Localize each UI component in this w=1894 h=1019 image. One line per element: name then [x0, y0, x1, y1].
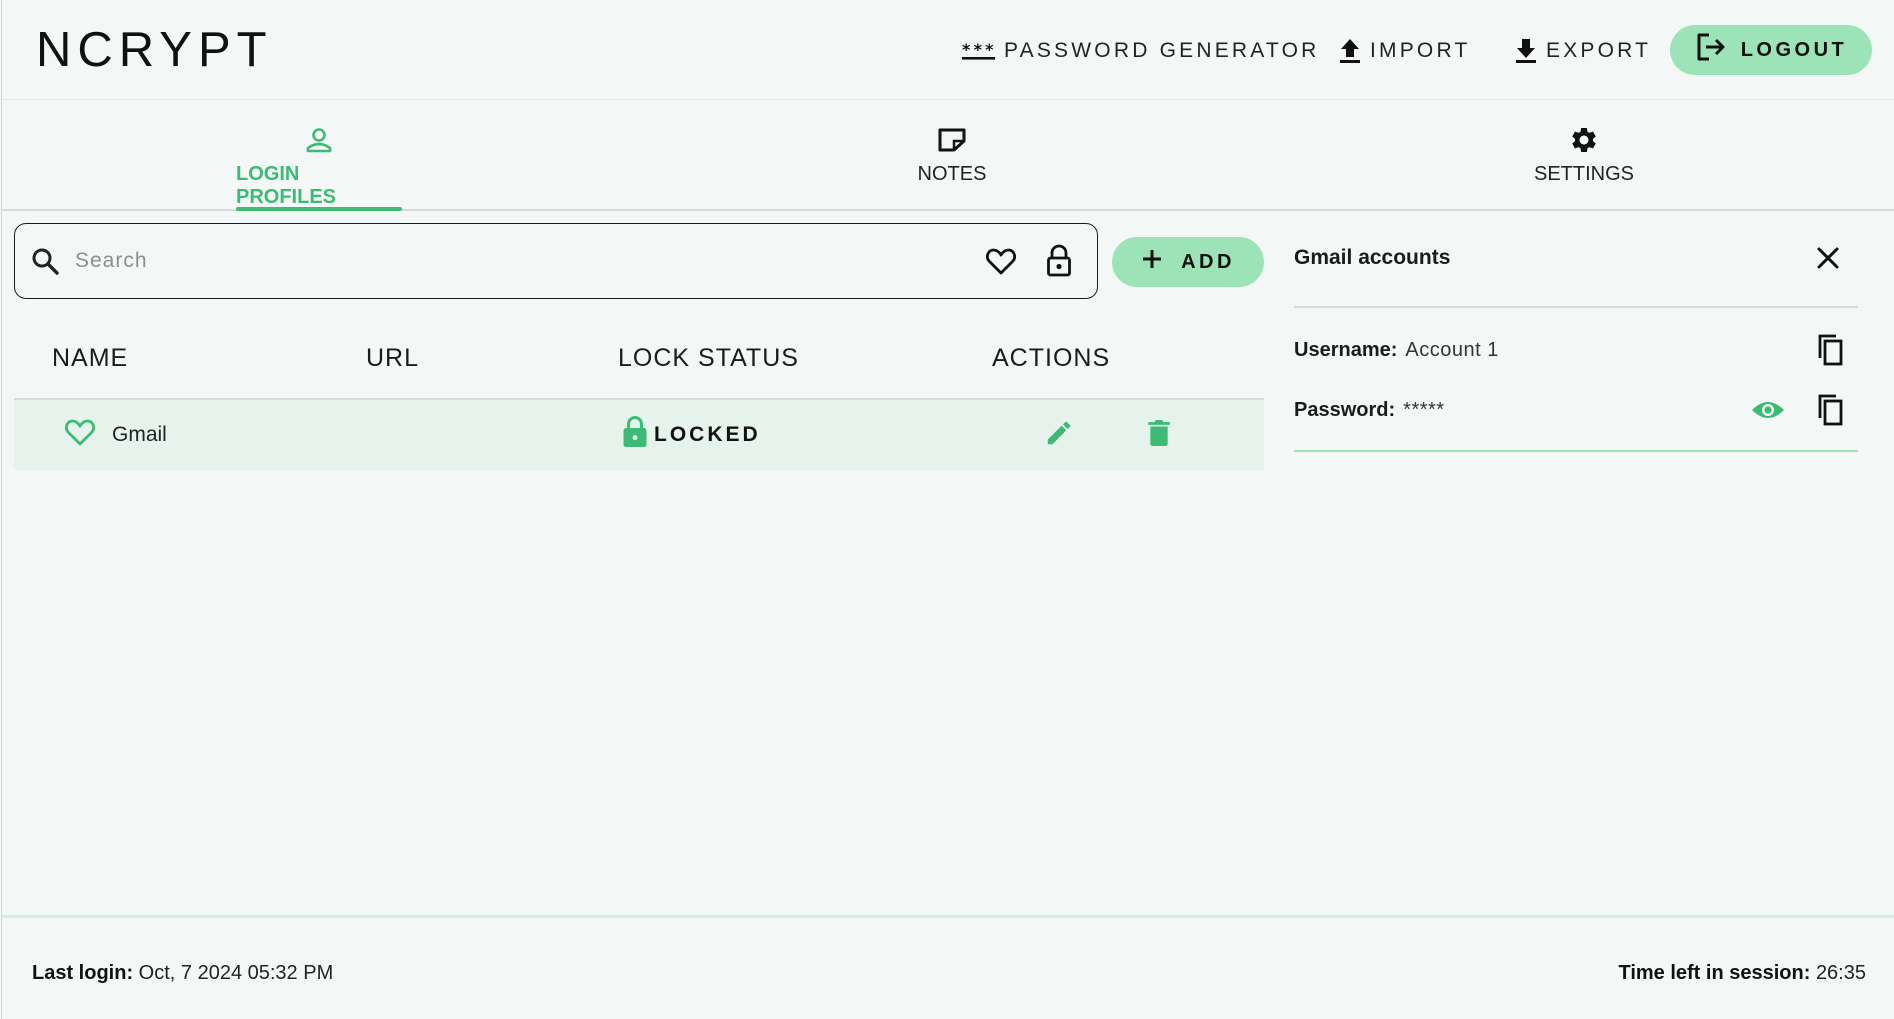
asterisks-icon: *** [962, 41, 996, 61]
import-link[interactable]: IMPORT [1338, 27, 1470, 75]
note-icon [937, 125, 967, 155]
person-icon [305, 125, 333, 155]
delete-button[interactable] [1146, 400, 1172, 470]
favorites-filter-heart-icon[interactable] [981, 241, 1021, 281]
edit-button[interactable] [1044, 400, 1074, 470]
tab-login-profiles-label: LOGIN PROFILES [236, 163, 337, 208]
active-tab-indicator [236, 207, 402, 211]
last-login: Last login: Oct, 7 2024 05:32 PM [32, 962, 333, 985]
table-row[interactable]: Gmail LOCKED [14, 400, 1264, 470]
tab-settings[interactable]: SETTINGS [1502, 101, 1666, 211]
lock-status-label: LOCKED [654, 423, 761, 446]
last-login-value: Oct, 7 2024 05:32 PM [138, 962, 334, 984]
search-bar [14, 223, 1098, 299]
plus-icon [1141, 248, 1163, 276]
export-link[interactable]: EXPORT [1514, 27, 1651, 75]
export-label: EXPORT [1546, 39, 1652, 62]
last-login-label: Last login: [32, 962, 134, 984]
upload-icon [1338, 37, 1362, 65]
import-label: IMPORT [1370, 39, 1471, 62]
details-title: Gmail accounts [1294, 246, 1451, 269]
session-timer-label: Time left in session: [1618, 962, 1811, 984]
details-divider [1294, 306, 1858, 308]
lock-closed-icon [622, 415, 648, 455]
logout-label: LOGOUT [1740, 38, 1848, 61]
password-generator-label: PASSWORD GENERATOR [1004, 39, 1320, 62]
details-bottom-divider [1294, 450, 1858, 452]
column-header-actions: ACTIONS [992, 344, 1111, 372]
trash-icon [1146, 417, 1172, 454]
session-timer: Time left in session: 26:35 [1618, 962, 1866, 985]
close-icon[interactable] [1810, 240, 1846, 276]
logout-icon [1695, 32, 1727, 68]
add-profile-button[interactable]: ADD [1112, 237, 1264, 287]
eye-icon[interactable] [1748, 384, 1788, 436]
copy-password-icon[interactable] [1810, 384, 1850, 436]
tab-notes[interactable]: NOTES [872, 101, 1032, 211]
tab-notes-label: NOTES [917, 163, 987, 185]
profile-name: Gmail [112, 423, 167, 446]
column-header-url: URL [366, 344, 420, 372]
column-header-lock-status: LOCK STATUS [618, 344, 799, 372]
copy-username-icon[interactable] [1810, 324, 1850, 376]
download-icon [1514, 37, 1538, 65]
app-logo: NCRYPT [36, 23, 273, 77]
tab-settings-label: SETTINGS [1533, 163, 1634, 185]
column-header-name: NAME [52, 344, 129, 372]
password-generator-link[interactable]: *** PASSWORD GENERATOR [962, 27, 1319, 75]
name-cell: Gmail [64, 400, 167, 470]
session-timer-value: 26:35 [1815, 962, 1866, 984]
logout-button[interactable]: LOGOUT [1670, 25, 1872, 75]
table-header: NAME URL LOCK STATUS ACTIONS [14, 332, 1264, 400]
username-value: Account 1 [1405, 338, 1499, 361]
password-field: Password: ***** [1294, 384, 1858, 436]
tab-bar: LOGIN PROFILES NOTES SETTINGS [2, 101, 1894, 211]
status-footer: Last login: Oct, 7 2024 05:32 PM Time le… [2, 915, 1894, 1019]
app-window: NCRYPT *** PASSWORD GENERATOR IMPORT EXP… [1, 0, 1894, 1019]
password-label: Password: [1294, 398, 1396, 421]
password-value: ***** [1403, 398, 1445, 421]
search-icon [29, 245, 61, 277]
svg-text:***: *** [962, 41, 996, 59]
add-label: ADD [1181, 250, 1235, 273]
username-field: Username: Account 1 [1294, 324, 1858, 376]
pencil-icon [1044, 418, 1074, 453]
lock-filter-icon[interactable] [1039, 241, 1079, 281]
gear-icon [1569, 125, 1599, 155]
favorite-heart-icon[interactable] [64, 417, 96, 453]
top-bar: NCRYPT *** PASSWORD GENERATOR IMPORT EXP… [2, 0, 1894, 100]
lock-status-cell: LOCKED [622, 400, 761, 470]
username-label: Username: [1294, 338, 1398, 361]
search-input[interactable] [75, 249, 981, 273]
tab-login-profiles[interactable]: LOGIN PROFILES [236, 101, 402, 211]
